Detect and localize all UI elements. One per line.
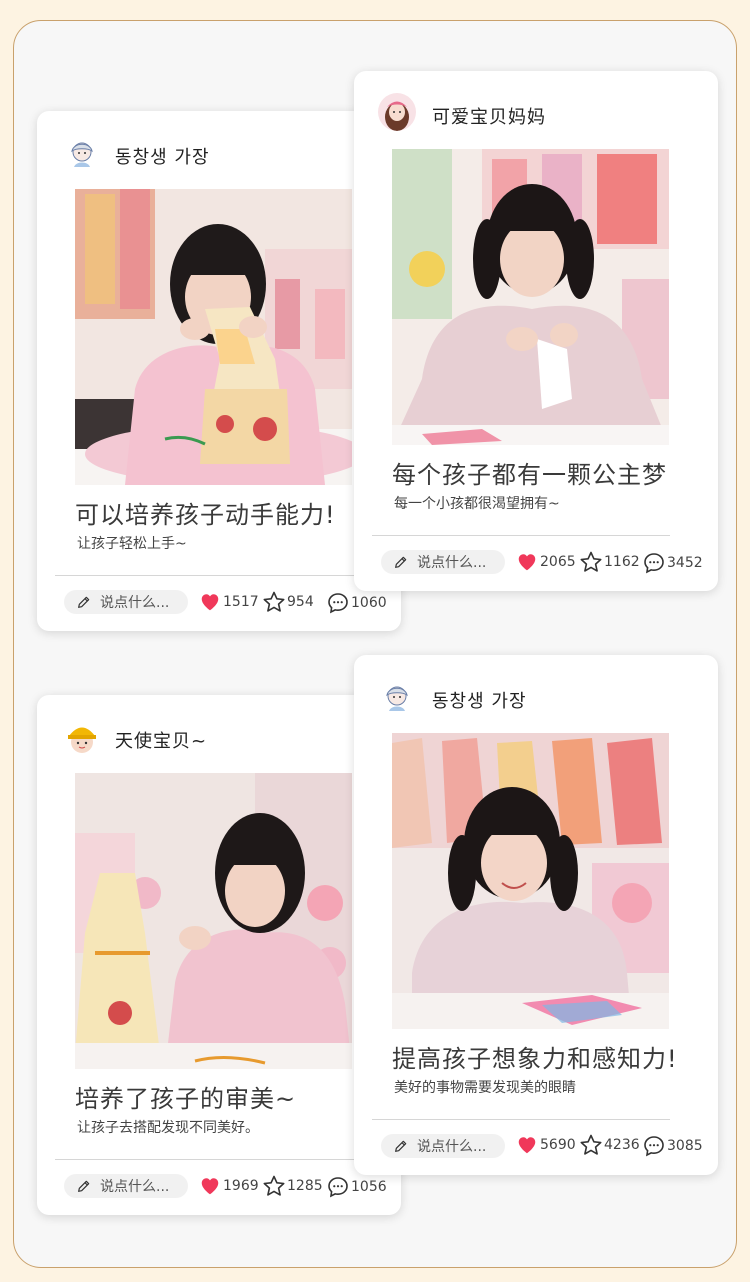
user-avatar[interactable] (378, 93, 416, 131)
comment-bubble-icon (642, 551, 666, 575)
like-button[interactable]: 1517 (198, 591, 259, 613)
star-count: 954 (287, 594, 314, 610)
star-button[interactable]: 4236 (579, 1133, 640, 1157)
like-count: 1517 (223, 594, 259, 610)
comment-placeholder: 说点什么... (100, 595, 170, 611)
post-title: 可以培养孩子动手能力! (75, 501, 336, 529)
post-card[interactable]: 天使宝贝~ 培养了孩子的审美~ 让孩子去搭配发现不同美好。 说点什么... 19… (37, 695, 401, 1215)
comment-input-button[interactable]: 说点什么... (64, 1174, 188, 1198)
username[interactable]: 동창생 가장 (432, 687, 527, 713)
username[interactable]: 天使宝贝~ (115, 727, 207, 753)
like-count: 5690 (540, 1137, 576, 1153)
comment-bubble-icon (326, 1175, 350, 1199)
post-subtitle: 让孩子去搭配发现不同美好。 (77, 1120, 259, 1136)
comment-count: 1056 (351, 1179, 387, 1195)
post-subtitle: 每一个小孩都很渴望拥有~ (394, 496, 560, 512)
avatar-girl-icon (378, 93, 416, 131)
divider (55, 1159, 401, 1160)
user-avatar[interactable] (63, 135, 101, 173)
star-button[interactable]: 1285 (262, 1174, 323, 1198)
girl-dressing-doll-image (75, 773, 352, 1069)
pencil-icon (393, 554, 409, 570)
star-count: 1162 (604, 554, 640, 570)
comment-count: 3452 (667, 555, 703, 571)
comment-button[interactable]: 1060 (326, 591, 387, 615)
post-photo[interactable] (392, 149, 669, 445)
star-icon (262, 590, 286, 614)
heart-icon (198, 1175, 222, 1197)
like-button[interactable]: 5690 (515, 1134, 576, 1156)
avatar-illustration-icon (63, 135, 101, 173)
comment-bubble-icon (326, 591, 350, 615)
star-button[interactable]: 954 (262, 590, 314, 614)
post-subtitle: 让孩子轻松上手~ (77, 536, 187, 552)
post-subtitle: 美好的事物需要发现美的眼睛 (394, 1080, 576, 1096)
post-title: 提高孩子想象力和感知力! (392, 1045, 678, 1073)
avatar-yellow-hat-icon (63, 719, 101, 757)
star-icon (579, 550, 603, 574)
heart-icon (515, 1134, 539, 1156)
like-button[interactable]: 1969 (198, 1175, 259, 1197)
star-count: 1285 (287, 1178, 323, 1194)
comment-button[interactable]: 1056 (326, 1175, 387, 1199)
comment-placeholder: 说点什么... (417, 1139, 487, 1155)
comment-input-button[interactable]: 说点什么... (64, 590, 188, 614)
star-icon (579, 1133, 603, 1157)
user-avatar[interactable] (63, 719, 101, 757)
girl-making-paper-dress-image (75, 189, 352, 485)
like-button[interactable]: 2065 (515, 551, 576, 573)
like-count: 2065 (540, 554, 576, 570)
post-photo[interactable] (392, 733, 669, 1029)
comment-count: 3085 (667, 1138, 703, 1154)
star-count: 4236 (604, 1137, 640, 1153)
comment-input-button[interactable]: 说点什么... (381, 1134, 505, 1158)
divider (372, 535, 670, 536)
star-icon (262, 1174, 286, 1198)
comment-input-button[interactable]: 说点什么... (381, 550, 505, 574)
post-photo[interactable] (75, 773, 352, 1069)
smiling-girl-with-dolls-image (392, 733, 669, 1029)
post-photo[interactable] (75, 189, 352, 485)
pencil-icon (76, 594, 92, 610)
user-avatar[interactable] (378, 679, 416, 717)
heart-icon (515, 551, 539, 573)
post-title: 每个孩子都有一颗公主梦 (392, 461, 667, 489)
pencil-icon (393, 1138, 409, 1154)
divider (372, 1119, 670, 1120)
like-count: 1969 (223, 1178, 259, 1194)
comment-placeholder: 说点什么... (100, 1179, 170, 1195)
post-title: 培养了孩子的审美~ (75, 1085, 297, 1113)
username[interactable]: 동창생 가장 (115, 143, 210, 169)
heart-icon (198, 591, 222, 613)
pencil-icon (76, 1178, 92, 1194)
post-card[interactable]: 可爱宝贝妈妈 每个孩子都有一颗公主梦 每一个小孩都很渴望拥有~ 说点什么... … (354, 71, 718, 591)
post-card[interactable]: 동창생 가장 提高孩子想象力和感知力! 美好的事物需要发现美的眼睛 说点什么..… (354, 655, 718, 1175)
comment-button[interactable]: 3085 (642, 1134, 703, 1158)
post-card[interactable]: 동창생 가장 可以培养孩子动手能力! 让孩子轻松上手~ 说点什么... 1517… (37, 111, 401, 631)
star-button[interactable]: 1162 (579, 550, 640, 574)
avatar-illustration-icon (378, 679, 416, 717)
comment-bubble-icon (642, 1134, 666, 1158)
divider (55, 575, 401, 576)
comment-placeholder: 说点什么... (417, 555, 487, 571)
username[interactable]: 可爱宝贝妈妈 (432, 103, 546, 129)
comment-count: 1060 (351, 595, 387, 611)
girl-with-pigtails-image (392, 149, 669, 445)
comment-button[interactable]: 3452 (642, 551, 703, 575)
